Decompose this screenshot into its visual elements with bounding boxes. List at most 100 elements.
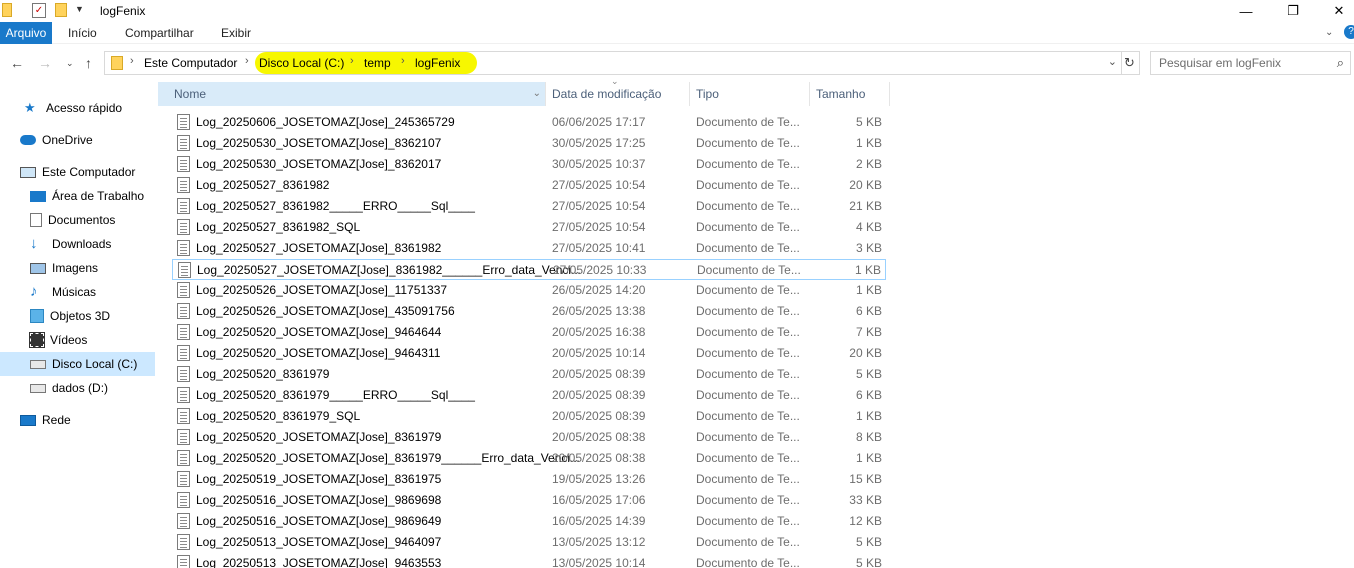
minimize-button[interactable]: — bbox=[1223, 0, 1269, 22]
file-row[interactable]: Log_20250530_JOSETOMAZ[Jose]_8362017 30/0… bbox=[172, 154, 886, 175]
chevron-right-icon[interactable]: › bbox=[350, 55, 354, 67]
nav-item-dados[interactable]: dados (D:) bbox=[0, 376, 155, 400]
expand-ribbon-icon[interactable]: ⌄ bbox=[1325, 22, 1333, 44]
file-date: 16/05/2025 14:39 bbox=[552, 514, 646, 528]
file-row[interactable]: Log_20250527_8361982_____ERRO_____Sql___… bbox=[172, 196, 886, 217]
search-input[interactable]: Pesquisar em logFenix ⌕ bbox=[1150, 51, 1351, 75]
file-name: Log_20250527_8361982 bbox=[196, 178, 330, 192]
file-date: 30/05/2025 10:37 bbox=[552, 157, 646, 171]
properties-icon[interactable]: ✓ bbox=[32, 3, 46, 18]
crumb-temp[interactable]: temp bbox=[364, 56, 391, 70]
new-folder-icon[interactable] bbox=[55, 3, 67, 17]
column-size[interactable]: Tamanho bbox=[810, 82, 890, 106]
nav-item-label: Músicas bbox=[52, 285, 97, 299]
tab-inicio[interactable]: Início bbox=[68, 22, 97, 44]
file-size: 5 KB bbox=[855, 535, 882, 549]
column-name-label: Nome bbox=[174, 87, 207, 101]
crumb-este-computador[interactable]: Este Computador bbox=[144, 56, 237, 70]
nav-item-documentos[interactable]: Documentos bbox=[0, 208, 155, 232]
file-size: 33 KB bbox=[849, 493, 882, 507]
search-icon[interactable]: ⌕ bbox=[1337, 55, 1344, 71]
nav-item-downloads[interactable]: ↓ Downloads bbox=[0, 232, 155, 256]
file-row[interactable]: Log_20250527_8361982_SQL 27/05/2025 10:54… bbox=[172, 217, 886, 238]
chevron-right-icon[interactable]: › bbox=[401, 55, 405, 67]
star-icon: ★ bbox=[24, 100, 36, 115]
tab-compartilhar[interactable]: Compartilhar bbox=[125, 22, 194, 44]
file-size: 5 KB bbox=[855, 115, 882, 129]
file-size: 21 KB bbox=[849, 199, 882, 213]
file-row[interactable]: Log_20250527_JOSETOMAZ[Jose]_8361982 27/0… bbox=[172, 238, 886, 259]
nav-item-label: dados (D:) bbox=[52, 381, 109, 395]
crumb-disco-local[interactable]: Disco Local (C:) bbox=[259, 56, 344, 70]
file-name: Log_20250526_JOSETOMAZ[Jose]_435091756 bbox=[196, 304, 455, 318]
file-row[interactable]: Log_20250513_JOSETOMAZ[Jose]_9463553 13/0… bbox=[172, 553, 886, 568]
nav-item-musicas[interactable]: ♪ Músicas bbox=[0, 280, 155, 304]
file-row[interactable]: Log_20250520_8361979 20/05/2025 08:39 Docu… bbox=[172, 364, 886, 385]
recent-locations-icon[interactable]: ⌄ bbox=[66, 58, 74, 69]
tab-exibir[interactable]: Exibir bbox=[221, 22, 251, 44]
file-type: Documento de Te... bbox=[696, 178, 800, 192]
file-row[interactable]: Log_20250520_JOSETOMAZ[Jose]_8361979____… bbox=[172, 448, 886, 469]
nav-item-onedrive[interactable]: OneDrive bbox=[0, 128, 155, 152]
forward-arrow-icon[interactable]: → bbox=[38, 55, 52, 71]
chevron-right-icon[interactable]: › bbox=[130, 55, 134, 67]
nav-item-objetos-3d[interactable]: Objetos 3D bbox=[0, 304, 155, 328]
file-row[interactable]: Log_20250516_JOSETOMAZ[Jose]_9869649 16/0… bbox=[172, 511, 886, 532]
file-size: 6 KB bbox=[855, 304, 882, 318]
file-name: Log_20250520_JOSETOMAZ[Jose]_9464311 bbox=[196, 346, 441, 360]
file-date: 26/05/2025 14:20 bbox=[552, 283, 646, 297]
column-name[interactable]: Nome ⌄ bbox=[158, 82, 546, 106]
close-button[interactable]: ✕ bbox=[1316, 0, 1354, 22]
file-row[interactable]: Log_20250520_8361979_SQL 20/05/2025 08:39… bbox=[172, 406, 886, 427]
address-bar[interactable]: › Este Computador › Disco Local (C:) › t… bbox=[104, 51, 1122, 75]
tab-arquivo[interactable]: Arquivo bbox=[0, 22, 52, 44]
file-date: 27/05/2025 10:54 bbox=[552, 220, 646, 234]
video-icon bbox=[29, 332, 45, 348]
nav-item-videos[interactable]: Vídeos bbox=[0, 328, 155, 352]
column-date[interactable]: Data de modificação bbox=[546, 82, 690, 106]
file-row[interactable]: Log_20250519_JOSETOMAZ[Jose]_8361975 19/0… bbox=[172, 469, 886, 490]
chevron-right-icon[interactable]: › bbox=[245, 55, 249, 67]
cube-icon bbox=[30, 309, 44, 323]
file-size: 1 KB bbox=[855, 451, 882, 465]
file-row[interactable]: Log_20250526_JOSETOMAZ[Jose]_435091756 26… bbox=[172, 301, 886, 322]
file-row[interactable]: Log_20250526_JOSETOMAZ[Jose]_11751337 26/… bbox=[172, 280, 886, 301]
file-date: 13/05/2025 10:14 bbox=[552, 556, 646, 568]
up-arrow-icon[interactable]: ↑ bbox=[85, 55, 92, 71]
nav-item-label: Objetos 3D bbox=[50, 309, 111, 323]
file-row[interactable]: Log_20250527_JOSETOMAZ[Jose]_8361982____… bbox=[172, 259, 886, 280]
text-document-icon bbox=[177, 114, 190, 130]
computer-icon bbox=[20, 166, 36, 178]
file-row[interactable]: Log_20250516_JOSETOMAZ[Jose]_9869698 16/0… bbox=[172, 490, 886, 511]
file-row[interactable]: Log_20250520_JOSETOMAZ[Jose]_9464644 20/0… bbox=[172, 322, 886, 343]
help-icon[interactable]: ? bbox=[1344, 25, 1354, 39]
crumb-logfenix[interactable]: logFenix bbox=[415, 56, 460, 70]
nav-item-imagens[interactable]: Imagens bbox=[0, 256, 155, 280]
quick-access-dropdown-icon[interactable]: ▼ bbox=[75, 4, 84, 14]
column-dropdown-icon[interactable]: ⌄ bbox=[533, 82, 541, 106]
file-row[interactable]: Log_20250530_JOSETOMAZ[Jose]_8362107 30/0… bbox=[172, 133, 886, 154]
file-row[interactable]: Log_20250606_JOSETOMAZ[Jose]_245365729 06… bbox=[172, 112, 886, 133]
nav-item-label: Imagens bbox=[52, 261, 99, 275]
file-name: Log_20250520_JOSETOMAZ[Jose]_9464644 bbox=[196, 325, 442, 339]
file-name: Log_20250520_8361979 bbox=[196, 367, 330, 381]
file-row[interactable]: Log_20250527_8361982 27/05/2025 10:54 Docu… bbox=[172, 175, 886, 196]
restore-button[interactable]: ❐ bbox=[1270, 0, 1316, 22]
nav-item-este-computador[interactable]: Este Computador bbox=[0, 160, 155, 184]
file-size: 12 KB bbox=[849, 514, 882, 528]
file-row[interactable]: Log_20250520_JOSETOMAZ[Jose]_9464311 20/0… bbox=[172, 343, 886, 364]
nav-item-acesso-rapido[interactable]: ★ Acesso rápido bbox=[0, 96, 155, 120]
refresh-icon[interactable]: ↻ bbox=[1120, 51, 1140, 75]
file-row[interactable]: Log_20250520_8361979_____ERRO_____Sql___… bbox=[172, 385, 886, 406]
nav-item-rede[interactable]: Rede bbox=[0, 408, 155, 432]
address-dropdown-icon[interactable]: ⌄ bbox=[1108, 55, 1117, 68]
file-size: 3 KB bbox=[855, 241, 882, 255]
file-row[interactable]: Log_20250513_JOSETOMAZ[Jose]_9464097 13/0… bbox=[172, 532, 886, 553]
text-document-icon bbox=[177, 156, 190, 172]
nav-item-area-de-trabalho[interactable]: Área de Trabalho bbox=[0, 184, 155, 208]
file-row[interactable]: Log_20250520_JOSETOMAZ[Jose]_8361979 20/0… bbox=[172, 427, 886, 448]
nav-item-label: Rede bbox=[42, 413, 71, 427]
back-arrow-icon[interactable]: ← bbox=[10, 55, 24, 71]
nav-item-disco-local[interactable]: Disco Local (C:) bbox=[0, 352, 155, 376]
column-type[interactable]: Tipo bbox=[690, 82, 810, 106]
